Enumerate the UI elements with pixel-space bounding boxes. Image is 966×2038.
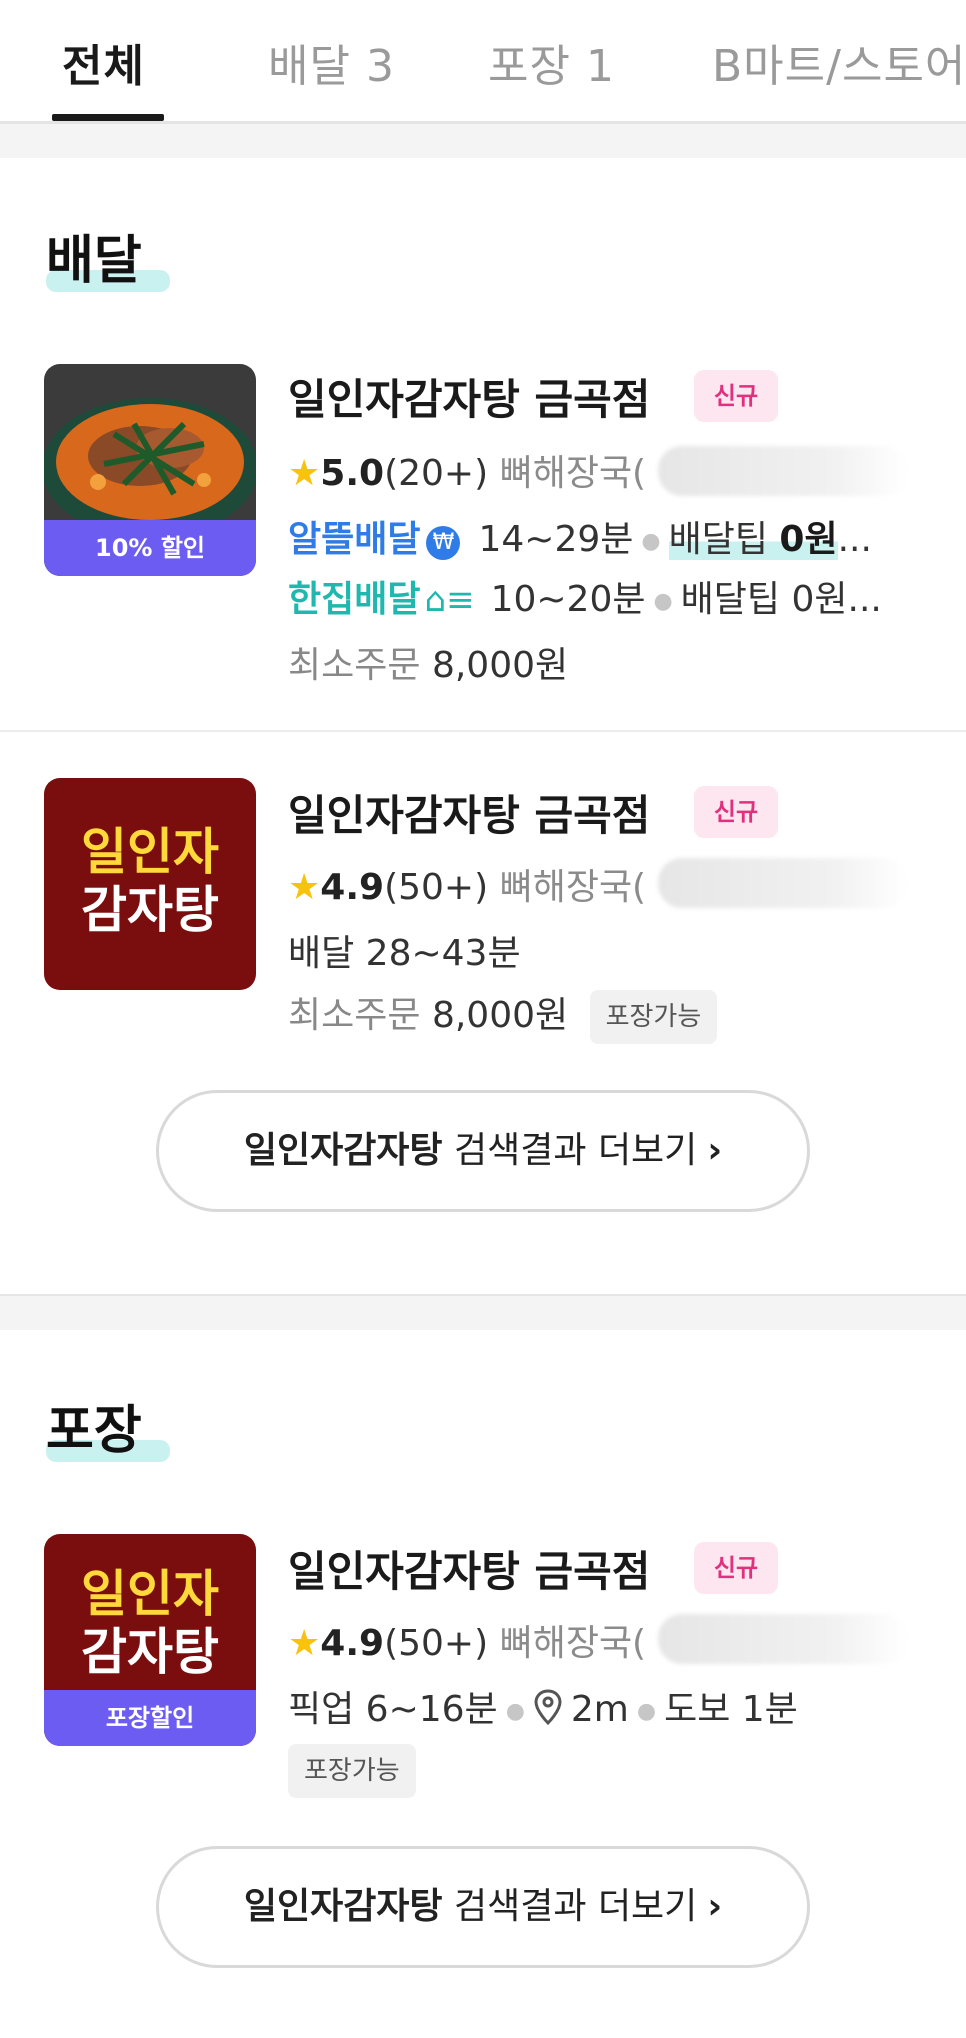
location-pin-icon: [534, 1689, 562, 1725]
min-order-value: 8,000원: [431, 995, 569, 1036]
separator-dot: ●: [641, 528, 661, 554]
pickup-time: 픽업 6~16분: [288, 1689, 498, 1730]
tab-delivery[interactable]: 배달 3: [268, 30, 395, 94]
logo-text-line2: 감자탕: [81, 881, 219, 939]
pickup-row: 픽업 6~16분 ● 2m ● 도보 1분: [288, 1680, 798, 1732]
store-thumbnail: 일인자 감자탕: [44, 778, 256, 990]
search-keyword: 일인자감자탕: [243, 1130, 443, 1171]
rating-score: 5.0: [320, 453, 385, 494]
category-tabs: 전체 배달 3 포장 1 B마트/스토어: [0, 0, 966, 124]
search-keyword: 일인자감자탕: [243, 1886, 443, 1927]
more-results-label: 검색결과 더보기: [454, 1130, 698, 1171]
min-order-value: 8,000원: [431, 645, 569, 686]
store-thumbnail: 10% 할인: [44, 364, 256, 576]
min-order-label: 최소주문: [288, 995, 421, 1036]
min-order-row: 최소주문 8,000원: [288, 636, 568, 688]
house-delivery-icon: ⌂≡: [424, 580, 475, 620]
won-coin-icon: ₩: [426, 526, 461, 560]
walk-time: 도보 1분: [664, 1689, 798, 1730]
logo-text-line1: 일인자: [81, 823, 219, 881]
menu-text: 뼈해장국(: [499, 867, 647, 908]
delivery-tip-label: 배달팁: [668, 519, 768, 560]
section-gap: [0, 124, 966, 158]
new-badge: 신규: [694, 370, 778, 422]
delivery-time: 10~20분: [490, 579, 646, 620]
star-icon: ★: [288, 1623, 321, 1664]
delivery-brand-label: 알뜰배달: [288, 519, 421, 560]
review-count: (50+): [384, 1623, 489, 1664]
delivery-brand-label: 한집배달: [288, 579, 421, 620]
delivery-tip-value: 0원: [779, 519, 838, 560]
new-badge: 신규: [694, 786, 778, 838]
tab-bmart-store[interactable]: B마트/스토어: [712, 30, 966, 94]
rating-row: ★4.9(50+) 뼈해장국(: [288, 858, 646, 910]
section-title-delivery: 배달: [46, 231, 142, 291]
rating-score: 4.9: [320, 1623, 385, 1664]
store-name: 일인자감자탕 금곡점: [288, 1547, 651, 1596]
discount-badge: 10% 할인: [44, 520, 256, 576]
star-icon: ★: [288, 867, 321, 908]
active-tab-indicator: [52, 114, 164, 121]
delivery-option-row: 한집배달 ⌂≡ 10~20분 ● 배달팁 0원...: [288, 570, 882, 622]
review-count: (20+): [384, 453, 489, 494]
rating-score: 4.9: [320, 867, 385, 908]
divider: [0, 730, 966, 732]
rating-row: ★5.0(20+) 뼈해장국(: [288, 444, 646, 496]
more-results-label: 검색결과 더보기: [454, 1886, 698, 1927]
section-title-takeout: 포장: [46, 1401, 142, 1461]
rating-row: ★4.9(50+) 뼈해장국(: [288, 1614, 646, 1666]
distance: 2m: [570, 1689, 629, 1730]
separator-dot: ●: [636, 1698, 657, 1724]
min-order-row: 최소주문 8,000원 포장가능: [288, 986, 718, 1044]
truncation-ellipsis: ...: [847, 579, 882, 620]
delivery-tip-value: 0원: [791, 579, 848, 620]
delivery-option-row: 알뜰배달 ₩14~29분 ● 배달팁 0원...: [288, 510, 872, 562]
blurred-menu-text: [658, 858, 908, 908]
tab-takeout[interactable]: 포장 1: [488, 30, 615, 94]
takeout-available-tag: 포장가능: [589, 990, 718, 1044]
blurred-menu-text: [658, 1614, 908, 1664]
chevron-right-icon: ›: [707, 1886, 723, 1927]
store-name: 일인자감자탕 금곡점: [288, 791, 651, 840]
delivery-tip-label: 배달팁: [680, 579, 781, 620]
store-thumbnail: 일인자 감자탕 포장할인: [44, 1534, 256, 1746]
delivery-time: 배달 28~43분: [288, 933, 521, 974]
tag-row: 포장가능: [288, 1744, 416, 1798]
tab-all[interactable]: 전체: [62, 30, 145, 94]
takeout-discount-badge: 포장할인: [44, 1690, 256, 1746]
logo-text-line2: 감자탕: [81, 1623, 219, 1681]
more-results-button[interactable]: 일인자감자탕 검색결과 더보기 ›: [156, 1846, 810, 1968]
min-order-label: 최소주문: [288, 645, 421, 686]
blurred-menu-text: [658, 446, 908, 496]
store-name: 일인자감자탕 금곡점: [288, 375, 651, 424]
chevron-right-icon: ›: [707, 1130, 723, 1171]
menu-text: 뼈해장국(: [499, 453, 647, 494]
menu-text: 뼈해장국(: [499, 1623, 647, 1664]
truncation-ellipsis: ...: [837, 519, 872, 560]
logo-text-line1: 일인자: [81, 1565, 219, 1623]
takeout-available-tag: 포장가능: [288, 1744, 416, 1798]
delivery-time: 14~29분: [478, 519, 634, 560]
section-gap: [0, 1294, 966, 1330]
star-icon: ★: [288, 453, 321, 494]
review-count: (50+): [384, 867, 489, 908]
separator-dot: ●: [505, 1698, 525, 1724]
separator-dot: ●: [653, 588, 673, 614]
more-results-button[interactable]: 일인자감자탕 검색결과 더보기 ›: [156, 1090, 810, 1212]
new-badge: 신규: [694, 1542, 778, 1594]
